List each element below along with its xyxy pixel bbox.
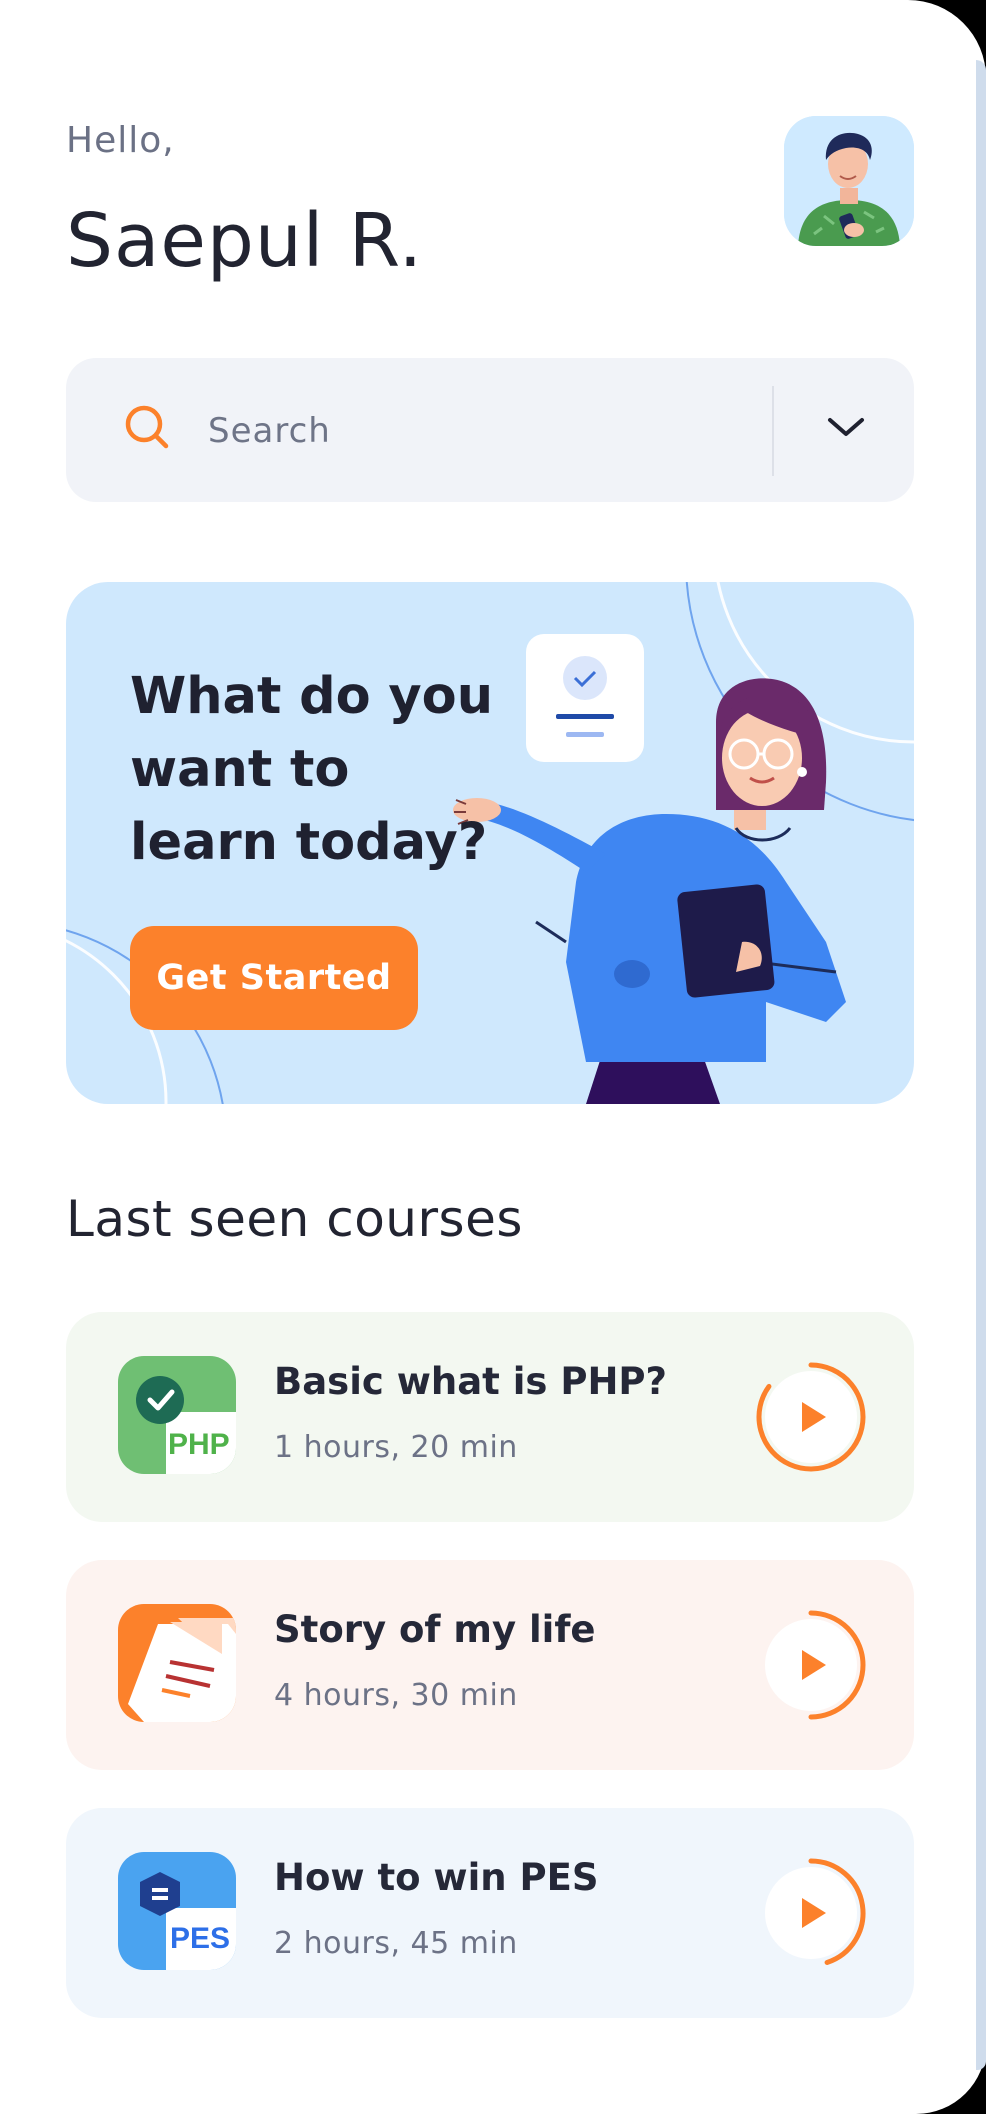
learn-banner: What do you want to learn today? Get Sta… [66,582,914,1104]
course-duration: 1 hours, 20 min [274,1430,518,1465]
search-divider [772,386,774,476]
play-button[interactable] [752,1606,870,1724]
php-course-thumbnail: PHP [118,1356,236,1474]
search-icon [124,404,170,454]
section-title: Last seen courses [66,1190,523,1248]
home-screen: Hello, Saepul R. Search What do you want… [0,0,986,2114]
course-title: How to win PES [274,1856,599,1899]
play-icon [765,1858,866,1965]
search-bar[interactable]: Search [66,358,914,502]
avatar-illustration [784,116,914,246]
banner-headline: What do you want to learn today? [130,667,494,872]
notes-course-thumbnail [118,1604,236,1722]
php-thumb-label: PHP [168,1428,230,1461]
course-card[interactable]: PHP Basic what is PHP? 1 hours, 20 min [66,1312,914,1522]
play-button[interactable] [752,1358,870,1476]
play-icon [756,1362,866,1472]
course-duration: 4 hours, 30 min [274,1678,518,1713]
pes-course-thumbnail: PES [118,1852,236,1970]
get-started-button[interactable]: Get Started [130,926,418,1030]
play-button[interactable] [752,1854,870,1972]
phone-frame: Hello, Saepul R. Search What do you want… [0,0,986,2114]
user-name: Saepul R. [66,198,424,284]
course-title: Basic what is PHP? [274,1360,667,1403]
course-title: Story of my life [274,1608,596,1651]
greeting-text: Hello, [66,120,175,161]
course-card[interactable]: PES How to win PES 2 hours, 45 min [66,1808,914,2018]
chevron-down-icon[interactable] [826,412,866,446]
play-icon [765,1610,866,1720]
avatar[interactable] [784,116,914,246]
course-card[interactable]: Story of my life 4 hours, 30 min [66,1560,914,1770]
device-bezel [976,60,986,2070]
search-input[interactable]: Search [208,411,331,451]
course-duration: 2 hours, 45 min [274,1926,518,1961]
pes-thumb-label: PES [170,1922,230,1955]
